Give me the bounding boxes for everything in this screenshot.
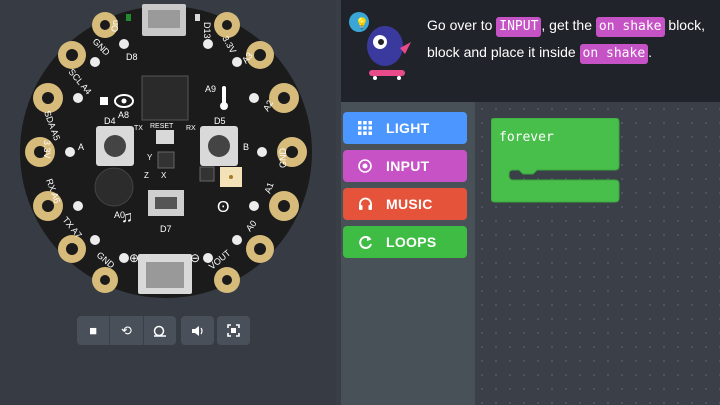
fullscreen-icon[interactable] xyxy=(217,316,250,345)
category-input-label: INPUT xyxy=(386,158,430,174)
fullscreen-control xyxy=(217,316,250,345)
plus-icon: ⊕ xyxy=(129,251,139,265)
lightbulb-icon: 💡 xyxy=(355,17,369,30)
category-loops-label: LOOPS xyxy=(386,234,437,250)
headphones-icon xyxy=(357,197,373,211)
grid-icon xyxy=(357,121,373,135)
tutorial-text: Go over to INPUT, get the on shake block… xyxy=(427,12,720,66)
input-chip: INPUT xyxy=(496,17,542,37)
label-a: A xyxy=(78,142,84,152)
label-d5: D5 xyxy=(214,116,226,126)
mute-control xyxy=(181,316,214,345)
label-d8: D8 xyxy=(126,52,138,62)
on-shake-chip-2: on shake xyxy=(579,44,649,64)
restart-icon[interactable]: ⟲ xyxy=(110,316,142,345)
minus-icon: ⊖ xyxy=(190,251,200,265)
tutorial-text-part1: Go over to xyxy=(427,17,497,33)
label-a9: A9 xyxy=(205,84,216,94)
label-d7: D7 xyxy=(160,224,172,234)
label-d13: D13 xyxy=(202,22,212,39)
label-a8: A8 xyxy=(118,110,129,120)
label-on: On xyxy=(110,20,120,32)
tutorial-text-part2: , get the xyxy=(541,17,596,33)
category-input[interactable]: INPUT xyxy=(343,150,467,182)
refresh-icon xyxy=(357,235,373,250)
tutorial-text-line2: block and place it inside xyxy=(427,44,580,60)
tutorial-card: 💡 Go over to INPUT, get the on shake blo… xyxy=(341,0,720,102)
slowmo-icon[interactable] xyxy=(144,316,176,345)
category-light-label: LIGHT xyxy=(386,120,430,136)
forever-block-label: forever xyxy=(499,130,554,145)
tutorial-text-part3: block, xyxy=(664,17,705,33)
circuit-playground-board[interactable]: On D13 D8 GND 3.3V SCL A4 A3 A8 A9 A2 SD… xyxy=(0,0,336,310)
label-rx-small: RX xyxy=(186,125,196,132)
speaker-icon[interactable] xyxy=(181,316,214,345)
stop-icon[interactable]: ■ xyxy=(77,316,109,345)
music-note-icon: ♫ xyxy=(121,209,133,226)
label-b: B xyxy=(243,142,249,152)
category-music-label: MUSIC xyxy=(386,196,433,212)
label-d4: D4 xyxy=(104,116,116,126)
label-33v-left: 3.3V xyxy=(42,140,52,159)
target-icon xyxy=(357,159,373,173)
label-tx-small: TX xyxy=(134,125,143,132)
category-music[interactable]: MUSIC xyxy=(343,188,467,220)
snail-icon xyxy=(153,325,166,337)
toolbox: LIGHT INPUT MUSIC LOOPS xyxy=(341,102,475,405)
simulator-controls: ■ ⟲ xyxy=(77,316,176,345)
category-light[interactable]: LIGHT xyxy=(343,112,467,144)
simulator-panel: On D13 D8 GND 3.3V SCL A4 A3 A8 A9 A2 SD… xyxy=(0,0,336,405)
on-shake-chip: on shake xyxy=(595,17,665,37)
label-reset: RESET xyxy=(150,123,174,130)
category-loops[interactable]: LOOPS xyxy=(343,226,467,258)
label-x: X xyxy=(161,171,167,180)
tutorial-text-line2-end: . xyxy=(648,44,653,60)
label-y: Y xyxy=(147,153,153,162)
ear-icon: ʘ xyxy=(217,199,229,216)
label-gnd-right: GND xyxy=(278,148,288,169)
label-z: Z xyxy=(144,171,149,180)
avatar: 💡 xyxy=(349,12,411,80)
